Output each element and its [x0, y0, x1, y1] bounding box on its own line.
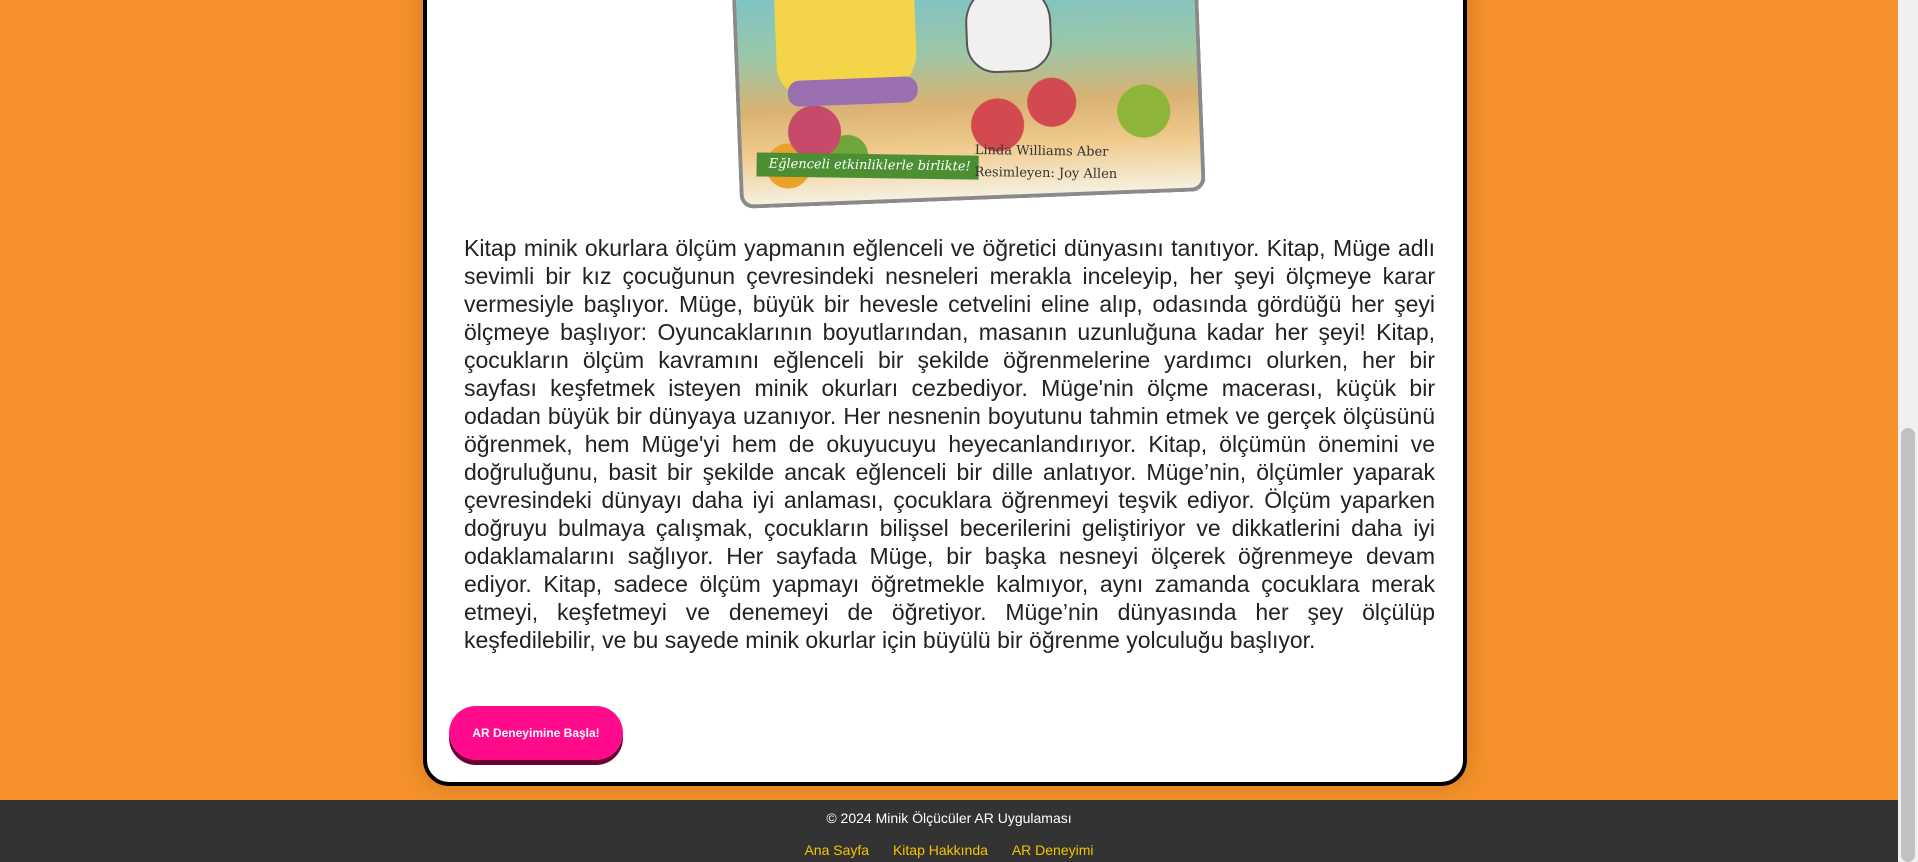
cover-cat-illustration	[963, 0, 1054, 75]
footer-nav: Ana Sayfa Kitap Hakkında AR Deneyimi	[0, 842, 1898, 858]
site-footer: © 2024 Minik Ölçücüler AR Uygulaması Ana…	[0, 800, 1898, 862]
scrollbar-thumb[interactable]	[1901, 428, 1915, 862]
cover-author: Linda Williams Aber	[974, 142, 1109, 160]
page-viewport: Eğlenceli etkinliklerle birlikte! Linda …	[0, 0, 1898, 862]
footer-link-ar-experience[interactable]: AR Deneyimi	[1012, 842, 1094, 858]
cover-girl-illustration	[773, 0, 918, 98]
cover-credits: Linda Williams Aber Resimleyen: Joy Alle…	[974, 140, 1125, 186]
footer-copyright: © 2024 Minik Ölçücüler AR Uygulaması	[826, 810, 1072, 826]
book-description: Kitap minik okurlara ölçüm yapmanın eğle…	[464, 235, 1435, 653]
footer-link-about-book[interactable]: Kitap Hakkında	[893, 842, 988, 858]
cover-ribbon: Eğlenceli etkinliklerle birlikte!	[756, 152, 979, 180]
start-ar-button[interactable]: AR Deneyimine Başla!	[449, 706, 623, 760]
vertical-scrollbar[interactable]	[1898, 0, 1918, 862]
cover-illustrator: Resimleyen: Joy Allen	[974, 164, 1118, 182]
book-cover-image: Eğlenceli etkinliklerle birlikte! Linda …	[732, 0, 1206, 209]
footer-link-home[interactable]: Ana Sayfa	[804, 842, 869, 858]
